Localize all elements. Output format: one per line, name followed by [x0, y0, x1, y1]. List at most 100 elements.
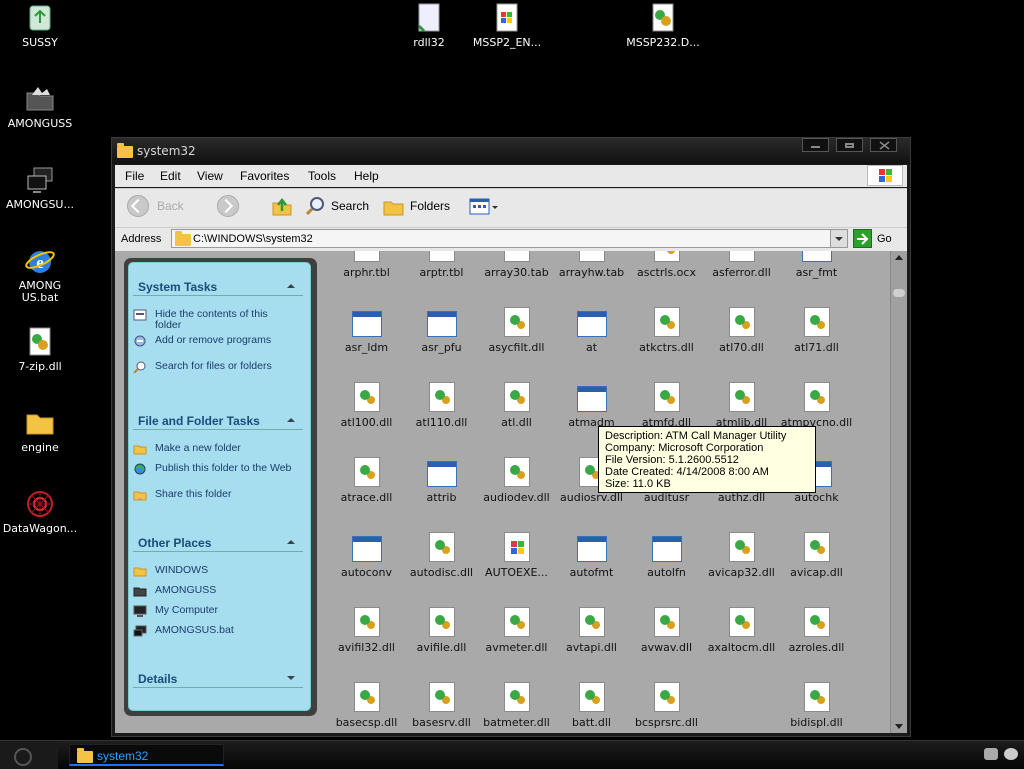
- desktop-icon-sussy[interactable]: SUSSY: [0, 2, 80, 49]
- start-button[interactable]: [0, 741, 58, 769]
- file-item[interactable]: asctrls.ocx: [629, 251, 704, 279]
- place-windows[interactable]: WINDOWS: [133, 565, 295, 577]
- file-item[interactable]: asycfilt.dll: [479, 307, 554, 354]
- task-add-remove-programs[interactable]: Add or remove programs: [134, 335, 295, 347]
- file-item[interactable]: asr_fmt: [779, 251, 854, 279]
- back-button-label[interactable]: Back: [157, 199, 184, 213]
- file-item[interactable]: avifil32.dll: [329, 607, 404, 654]
- folders-button[interactable]: Folders: [410, 199, 450, 213]
- file-item[interactable]: basecsp.dll: [329, 682, 404, 729]
- file-item[interactable]: at: [554, 307, 629, 354]
- up-folder-icon[interactable]: [271, 195, 293, 217]
- back-arrow-icon[interactable]: [127, 195, 149, 217]
- forward-arrow-icon[interactable]: [217, 195, 239, 217]
- file-item[interactable]: avicap.dll: [779, 532, 854, 579]
- file-item[interactable]: attrib: [404, 457, 479, 504]
- desktop-icon-mssp2[interactable]: MSSP2_EN...: [467, 2, 547, 49]
- desktop-icon-rdll32[interactable]: rdll32: [389, 2, 469, 49]
- folders-icon[interactable]: [383, 197, 405, 217]
- task-make-new-folder[interactable]: Make a new folder: [133, 443, 295, 455]
- collapse-chevron-icon[interactable]: [287, 540, 295, 544]
- task-publish-web[interactable]: Publish this folder to the Web: [134, 463, 295, 475]
- desktop-icon-datawagon[interactable]: DataWagon...: [0, 488, 80, 535]
- task-share-folder[interactable]: Share this folder: [133, 489, 295, 501]
- minimize-button[interactable]: [802, 138, 829, 152]
- menu-view[interactable]: View: [197, 169, 223, 183]
- taskbar-app-system32[interactable]: system32: [69, 744, 224, 766]
- desktop-icon-mssp232[interactable]: MSSP232.D...: [623, 2, 703, 49]
- task-search-files[interactable]: Search for files or folders: [133, 361, 295, 374]
- scroll-down-icon[interactable]: [895, 724, 903, 729]
- expand-chevron-icon[interactable]: [287, 676, 295, 680]
- tray-network-icon[interactable]: [1004, 748, 1018, 760]
- desktop-icon-engine[interactable]: engine: [0, 407, 80, 454]
- search-button[interactable]: Search: [331, 199, 369, 213]
- file-item[interactable]: audiodev.dll: [479, 457, 554, 504]
- file-folder-tasks-header[interactable]: File and Folder Tasks: [133, 411, 303, 430]
- file-item[interactable]: atl70.dll: [704, 307, 779, 354]
- file-item[interactable]: avwav.dll: [629, 607, 704, 654]
- file-item[interactable]: batmeter.dll: [479, 682, 554, 729]
- maximize-button[interactable]: [836, 138, 863, 152]
- place-amongsus-bat[interactable]: AMONGSUS.bat: [133, 625, 295, 637]
- file-item[interactable]: atkctrs.dll: [629, 307, 704, 354]
- file-item[interactable]: atrace.dll: [329, 457, 404, 504]
- file-item[interactable]: atl.dll: [479, 382, 554, 429]
- desktop-icon-amongsu[interactable]: AMONGSU...: [0, 164, 80, 211]
- file-item[interactable]: atmlib.dll: [704, 382, 779, 429]
- file-item[interactable]: atl100.dll: [329, 382, 404, 429]
- file-item[interactable]: atmadm: [554, 382, 629, 429]
- file-item[interactable]: arrayhw.tab: [554, 251, 629, 279]
- other-places-header[interactable]: Other Places: [133, 533, 303, 552]
- menu-edit[interactable]: Edit: [160, 169, 181, 183]
- file-item[interactable]: array30.tab: [479, 251, 554, 279]
- file-item[interactable]: avicap32.dll: [704, 532, 779, 579]
- file-item[interactable]: atl110.dll: [404, 382, 479, 429]
- system-tasks-header[interactable]: System Tasks: [133, 277, 303, 296]
- menu-file[interactable]: File: [125, 169, 144, 183]
- file-item[interactable]: asferror.dll: [704, 251, 779, 279]
- file-item[interactable]: arptr.tbl: [404, 251, 479, 279]
- task-hide-contents[interactable]: Hide the contents of this folder: [133, 309, 295, 331]
- file-item[interactable]: autolfn: [629, 532, 704, 579]
- collapse-chevron-icon[interactable]: [287, 418, 295, 422]
- close-button[interactable]: [870, 138, 897, 152]
- tray-printer-icon[interactable]: [984, 748, 998, 760]
- file-item[interactable]: autofmt: [554, 532, 629, 579]
- file-item[interactable]: bcsprsrc.dll: [629, 682, 704, 729]
- place-my-computer[interactable]: My Computer: [133, 605, 295, 617]
- search-icon[interactable]: [305, 195, 327, 217]
- file-item[interactable]: axaltocm.dll: [704, 607, 779, 654]
- file-item[interactable]: atl71.dll: [779, 307, 854, 354]
- file-item[interactable]: asr_pfu: [404, 307, 479, 354]
- place-amonguss[interactable]: AMONGUSS: [133, 585, 295, 597]
- menu-help[interactable]: Help: [354, 169, 379, 183]
- file-item[interactable]: atmpvcno.dll: [779, 382, 854, 429]
- desktop-icon-among-us-bat[interactable]: e AMONG US.bat: [0, 245, 80, 304]
- file-item[interactable]: asr_ldm: [329, 307, 404, 354]
- scroll-thumb[interactable]: [893, 289, 905, 297]
- file-item[interactable]: autoconv: [329, 532, 404, 579]
- desktop-icon-amonguss[interactable]: AMONGUSS: [0, 83, 80, 130]
- file-item[interactable]: avifile.dll: [404, 607, 479, 654]
- vertical-scrollbar[interactable]: [890, 251, 907, 733]
- menu-tools[interactable]: Tools: [308, 169, 336, 183]
- title-bar[interactable]: system32: [112, 138, 910, 164]
- file-item[interactable]: azroles.dll: [779, 607, 854, 654]
- details-header[interactable]: Details: [133, 669, 303, 688]
- file-item[interactable]: autodisc.dll: [404, 532, 479, 579]
- desktop-icon-7zip[interactable]: 7-zip.dll: [0, 326, 80, 373]
- file-item[interactable]: basesrv.dll: [404, 682, 479, 729]
- file-item[interactable]: avtapi.dll: [554, 607, 629, 654]
- address-dropdown-button[interactable]: [830, 230, 847, 247]
- address-input[interactable]: C:\WINDOWS\system32: [171, 229, 848, 248]
- file-item[interactable]: batt.dll: [554, 682, 629, 729]
- collapse-chevron-icon[interactable]: [287, 284, 295, 288]
- file-item[interactable]: avmeter.dll: [479, 607, 554, 654]
- file-item[interactable]: arphr.tbl: [329, 251, 404, 279]
- menu-favorites[interactable]: Favorites: [240, 169, 289, 183]
- file-item[interactable]: bidispl.dll: [779, 682, 854, 729]
- file-item[interactable]: AUTOEXE...: [479, 532, 554, 579]
- scroll-up-icon[interactable]: [895, 255, 903, 260]
- views-icon[interactable]: [469, 197, 499, 217]
